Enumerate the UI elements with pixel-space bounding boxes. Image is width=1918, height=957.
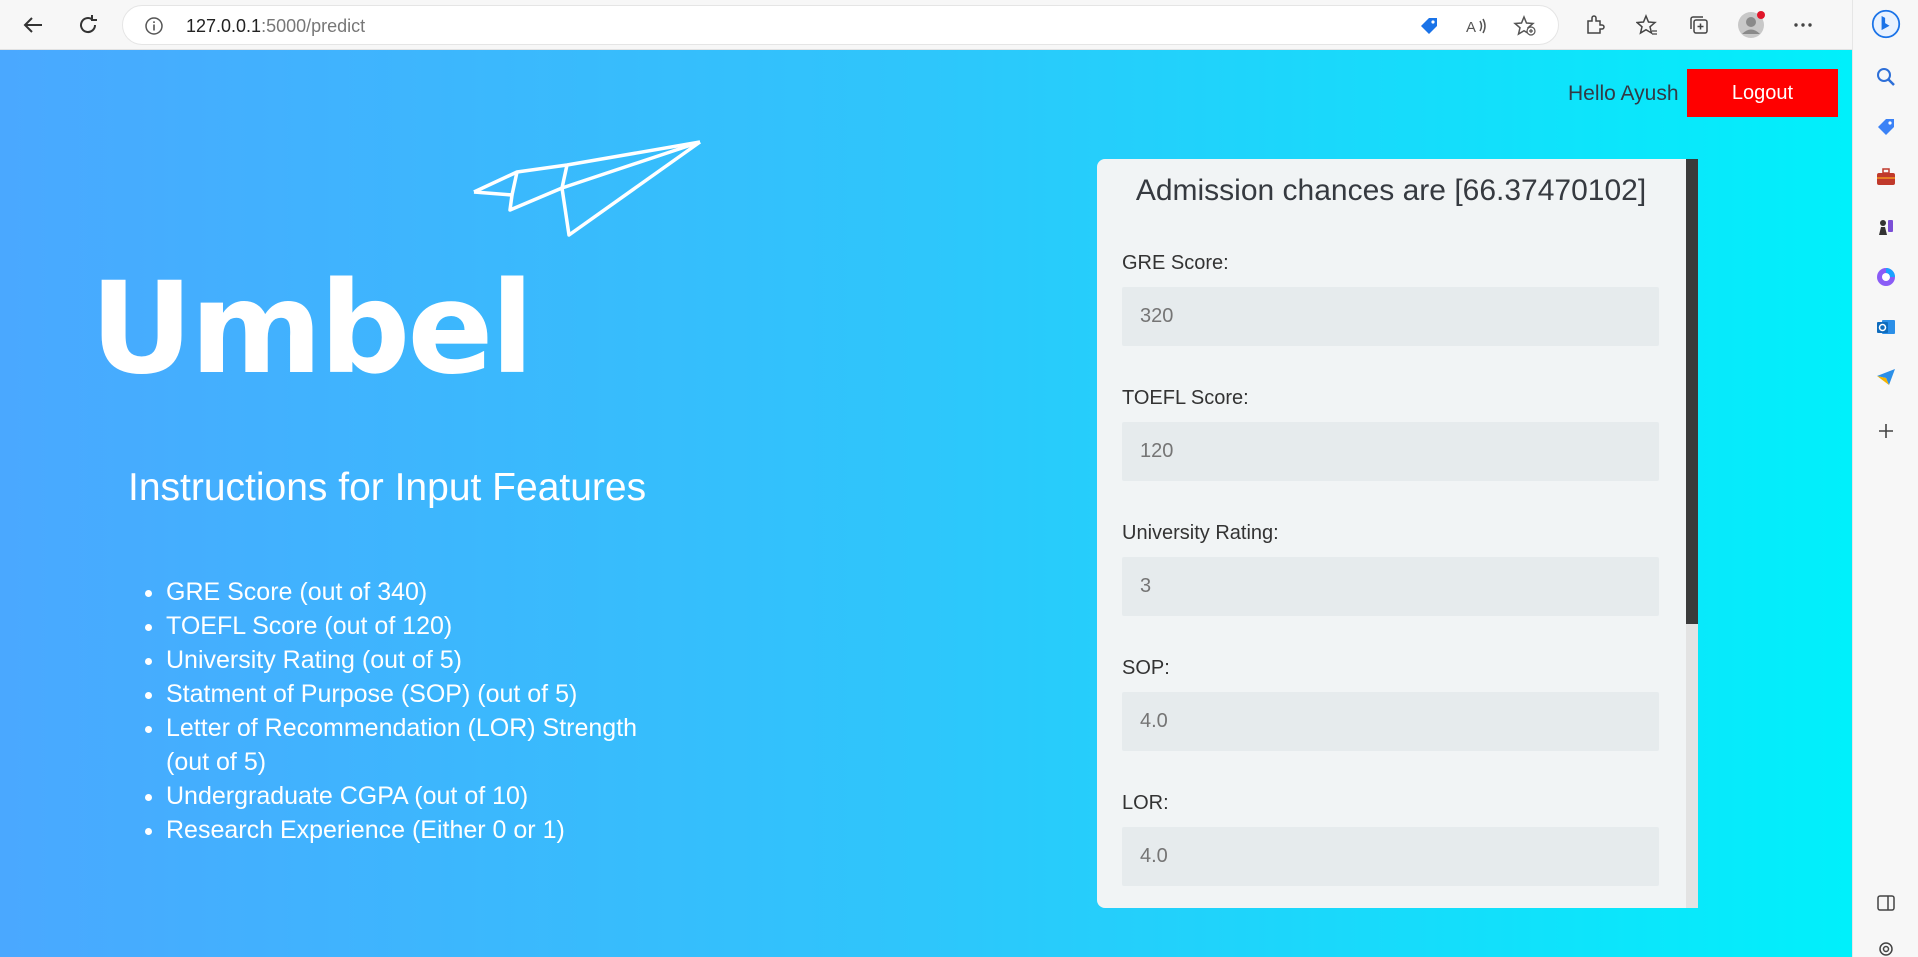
lor-label: LOR: <box>1122 792 1169 814</box>
logo-text: Umbel <box>90 254 534 402</box>
list-item: Letter of Recommendation (LOR) Strength … <box>166 711 686 779</box>
add-icon[interactable] <box>1871 416 1901 446</box>
list-item: University Rating (out of 5) <box>166 643 686 677</box>
games-icon[interactable] <box>1871 212 1901 242</box>
browser-toolbar: 127.0.0.1:5000/predict A <box>0 0 1918 50</box>
favorites-icon[interactable] <box>1632 10 1662 40</box>
collections-icon[interactable] <box>1684 10 1714 40</box>
back-button[interactable] <box>18 10 48 40</box>
toefl-score-input[interactable] <box>1122 422 1659 481</box>
form-scrollbar-thumb[interactable] <box>1686 159 1698 624</box>
paper-plane-icon <box>473 140 702 237</box>
search-icon[interactable] <box>1871 62 1901 92</box>
browser-sidebar <box>1852 0 1918 957</box>
page-content: Hello Ayush Logout Umbel Instructions fo… <box>0 50 1852 957</box>
copilot-icon[interactable] <box>1871 262 1901 292</box>
lor-input[interactable] <box>1122 827 1659 886</box>
list-item: Undergraduate CGPA (out of 10) <box>166 779 686 813</box>
shopping-tag-icon[interactable] <box>1871 112 1901 142</box>
more-options-icon[interactable] <box>1788 10 1818 40</box>
refresh-button[interactable] <box>73 10 103 40</box>
instructions-list: GRE Score (out of 340) TOEFL Score (out … <box>166 575 686 847</box>
url-host: 127.0.0.1 <box>186 16 262 36</box>
instructions-title: Instructions for Input Features <box>128 466 647 509</box>
site-info-icon[interactable] <box>145 17 163 35</box>
tools-briefcase-icon[interactable] <box>1871 162 1901 192</box>
send-icon[interactable] <box>1871 362 1901 392</box>
sop-input[interactable] <box>1122 692 1659 751</box>
extensions-icon[interactable] <box>1580 10 1610 40</box>
add-favorite-icon[interactable] <box>1510 11 1540 41</box>
url-text[interactable]: 127.0.0.1:5000/predict <box>186 16 365 37</box>
toefl-score-label: TOEFL Score: <box>1122 387 1249 409</box>
list-item: GRE Score (out of 340) <box>166 575 686 609</box>
tag-icon[interactable] <box>1414 11 1444 41</box>
address-bar[interactable]: 127.0.0.1:5000/predict A <box>122 5 1559 45</box>
user-greeting: Hello Ayush <box>1568 82 1679 105</box>
prediction-form-card: Admission chances are [66.37470102] GRE … <box>1097 159 1698 908</box>
back-arrow-icon <box>23 17 42 33</box>
list-item: Research Experience (Either 0 or 1) <box>166 813 686 847</box>
outlook-icon[interactable] <box>1871 312 1901 342</box>
umbel-logo: Umbel <box>90 140 710 402</box>
logout-button[interactable]: Logout <box>1687 69 1838 117</box>
gre-score-input[interactable] <box>1122 287 1659 346</box>
bing-icon[interactable] <box>1871 9 1901 39</box>
profile-avatar-icon[interactable] <box>1736 10 1766 40</box>
sop-label: SOP: <box>1122 657 1170 679</box>
gre-score-label: GRE Score: <box>1122 252 1229 274</box>
sidebar-toggle-icon[interactable] <box>1871 888 1901 918</box>
url-path: :5000/predict <box>261 16 366 36</box>
list-item: TOEFL Score (out of 120) <box>166 609 686 643</box>
list-item: Statment of Purpose (SOP) (out of 5) <box>166 677 686 711</box>
university-rating-input[interactable] <box>1122 557 1659 616</box>
settings-gear-icon[interactable] <box>1871 934 1901 957</box>
read-aloud-icon[interactable]: A <box>1462 11 1492 41</box>
refresh-icon <box>80 15 97 34</box>
prediction-result-title: Admission chances are [66.37470102] <box>1135 174 1647 207</box>
university-rating-label: University Rating: <box>1122 522 1279 544</box>
svg-text:A: A <box>1466 19 1476 36</box>
